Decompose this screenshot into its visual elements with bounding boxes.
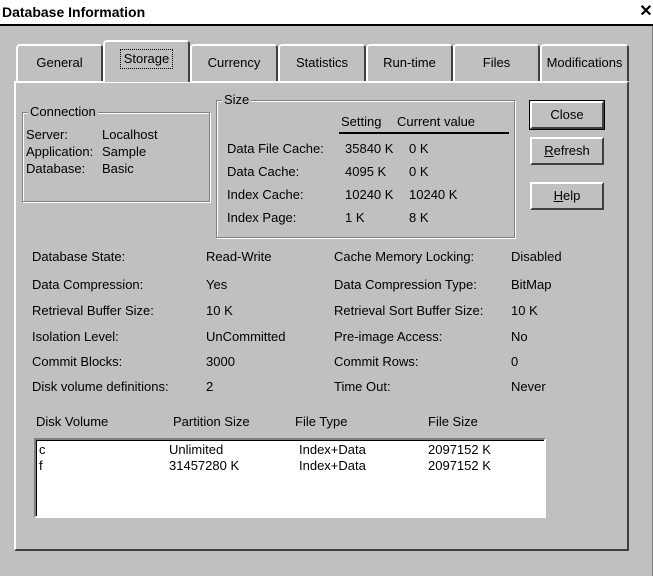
data-cache-label: Data Cache: xyxy=(227,164,300,179)
partition-size: 31457280 K xyxy=(169,458,240,473)
current-value-column-header: Current value xyxy=(397,114,476,129)
list-inner: c Unlimited Index+Data 2097152 K f 31457… xyxy=(36,440,544,516)
retrieval-sort-buffer-size-label: Retrieval Sort Buffer Size: xyxy=(334,303,484,318)
time-out-value: Never xyxy=(511,379,546,394)
pre-image-access-value: No xyxy=(511,329,528,344)
volume-name: c xyxy=(39,442,46,457)
disk-volume-list[interactable]: c Unlimited Index+Data 2097152 K f 31457… xyxy=(34,438,546,518)
data-cache-setting: 4095 K xyxy=(345,164,387,179)
tab-general[interactable]: General xyxy=(16,44,103,81)
index-page-current: 8 K xyxy=(409,210,429,225)
tab-label: Files xyxy=(482,55,511,70)
close-window-icon[interactable]: ✕ xyxy=(639,3,653,21)
help-button[interactable]: Help xyxy=(530,182,604,210)
partition-size-column-header[interactable]: Partition Size xyxy=(173,414,250,429)
size-group: Size Setting Current value Data File Cac… xyxy=(216,92,515,238)
connection-legend: Connection xyxy=(28,104,98,119)
isolation-level-value: UnCommitted xyxy=(206,329,286,344)
commit-rows-value: 0 xyxy=(511,354,519,369)
file-type-column-header[interactable]: File Type xyxy=(295,414,348,429)
database-state-label: Database State: xyxy=(32,249,126,264)
size-legend: Size xyxy=(222,92,252,107)
data-compression-type-value: BitMap xyxy=(511,277,552,292)
tab-label: Storage xyxy=(119,49,174,69)
pre-image-access-label: Pre-image Access: xyxy=(334,329,443,344)
close-button-label: Close xyxy=(550,107,584,122)
tab-statistics[interactable]: Statistics xyxy=(278,44,366,81)
title-bar[interactable]: Database Information ✕ xyxy=(0,0,653,26)
file-size-column-header[interactable]: File Size xyxy=(428,414,478,429)
tab-label: Run-time xyxy=(383,55,436,70)
tab-label: Modifications xyxy=(546,55,623,70)
refresh-button[interactable]: Refresh xyxy=(530,137,604,165)
cache-memory-locking-label: Cache Memory Locking: xyxy=(334,249,475,264)
isolation-level-label: Isolation Level: xyxy=(32,329,119,344)
index-page-label: Index Page: xyxy=(227,210,297,225)
application-label: Application: xyxy=(26,144,94,159)
help-accel: H xyxy=(553,188,564,203)
tab-currency[interactable]: Currency xyxy=(190,44,278,81)
list-item[interactable]: f 31457280 K Index+Data 2097152 K xyxy=(37,458,544,474)
file-type: Index+Data xyxy=(299,458,366,473)
file-size: 2097152 K xyxy=(428,442,491,457)
refresh-accel: R xyxy=(544,143,554,158)
disk-volume-column-header[interactable]: Disk Volume xyxy=(36,414,108,429)
help-button-label: elp xyxy=(563,188,581,203)
data-file-cache-setting: 35840 K xyxy=(345,141,394,156)
tab-label: Statistics xyxy=(295,55,348,70)
tab-storage[interactable]: Storage xyxy=(103,40,190,82)
database-label: Database: xyxy=(26,161,86,176)
data-compression-label: Data Compression: xyxy=(32,277,144,292)
index-cache-setting: 10240 K xyxy=(345,187,394,202)
list-item[interactable]: c Unlimited Index+Data 2097152 K xyxy=(37,442,544,458)
data-cache-current: 0 K xyxy=(409,164,429,179)
file-type: Index+Data xyxy=(299,442,366,457)
disk-volume-definitions-label: Disk volume definitions: xyxy=(32,379,169,394)
time-out-label: Time Out: xyxy=(334,379,391,394)
index-page-setting: 1 K xyxy=(345,210,365,225)
data-compression-value: Yes xyxy=(206,277,228,292)
tab-label: General xyxy=(36,55,83,70)
commit-blocks-value: 3000 xyxy=(206,354,235,369)
header-rule xyxy=(339,132,509,134)
tab-run-time[interactable]: Run-time xyxy=(366,44,453,81)
server-label: Server: xyxy=(26,127,68,142)
data-file-cache-current: 0 K xyxy=(409,141,429,156)
refresh-button-label: efresh xyxy=(553,143,590,158)
partition-size: Unlimited xyxy=(169,442,224,457)
file-size: 2097152 K xyxy=(428,458,491,473)
application-value: Sample xyxy=(102,144,147,159)
server-value: Localhost xyxy=(102,127,158,142)
database-state-value: Read-Write xyxy=(206,249,272,264)
disk-volume-definitions-value: 2 xyxy=(206,379,214,394)
connection-group: Connection Server: Localhost Application… xyxy=(22,104,210,202)
setting-column-header: Setting xyxy=(341,114,382,129)
data-file-cache-label: Data File Cache: xyxy=(227,141,324,156)
database-information-window: Database Information ✕ General Storage C… xyxy=(0,0,653,576)
index-cache-current: 10240 K xyxy=(409,187,458,202)
data-compression-type-label: Data Compression Type: xyxy=(334,277,477,292)
close-button[interactable]: Close xyxy=(529,100,605,130)
retrieval-buffer-size-label: Retrieval Buffer Size: xyxy=(32,303,154,318)
retrieval-sort-buffer-size-value: 10 K xyxy=(511,303,538,318)
tab-files[interactable]: Files xyxy=(453,44,540,81)
retrieval-buffer-size-value: 10 K xyxy=(206,303,233,318)
database-value: Basic xyxy=(102,161,134,176)
tab-modifications[interactable]: Modifications xyxy=(540,44,629,81)
commit-rows-label: Commit Rows: xyxy=(334,354,419,369)
cache-memory-locking-value: Disabled xyxy=(511,249,562,264)
volume-name: f xyxy=(39,458,43,473)
index-cache-label: Index Cache: xyxy=(227,187,304,202)
commit-blocks-label: Commit Blocks: xyxy=(32,354,123,369)
window-title: Database Information xyxy=(2,4,146,20)
tab-label: Currency xyxy=(207,55,261,70)
